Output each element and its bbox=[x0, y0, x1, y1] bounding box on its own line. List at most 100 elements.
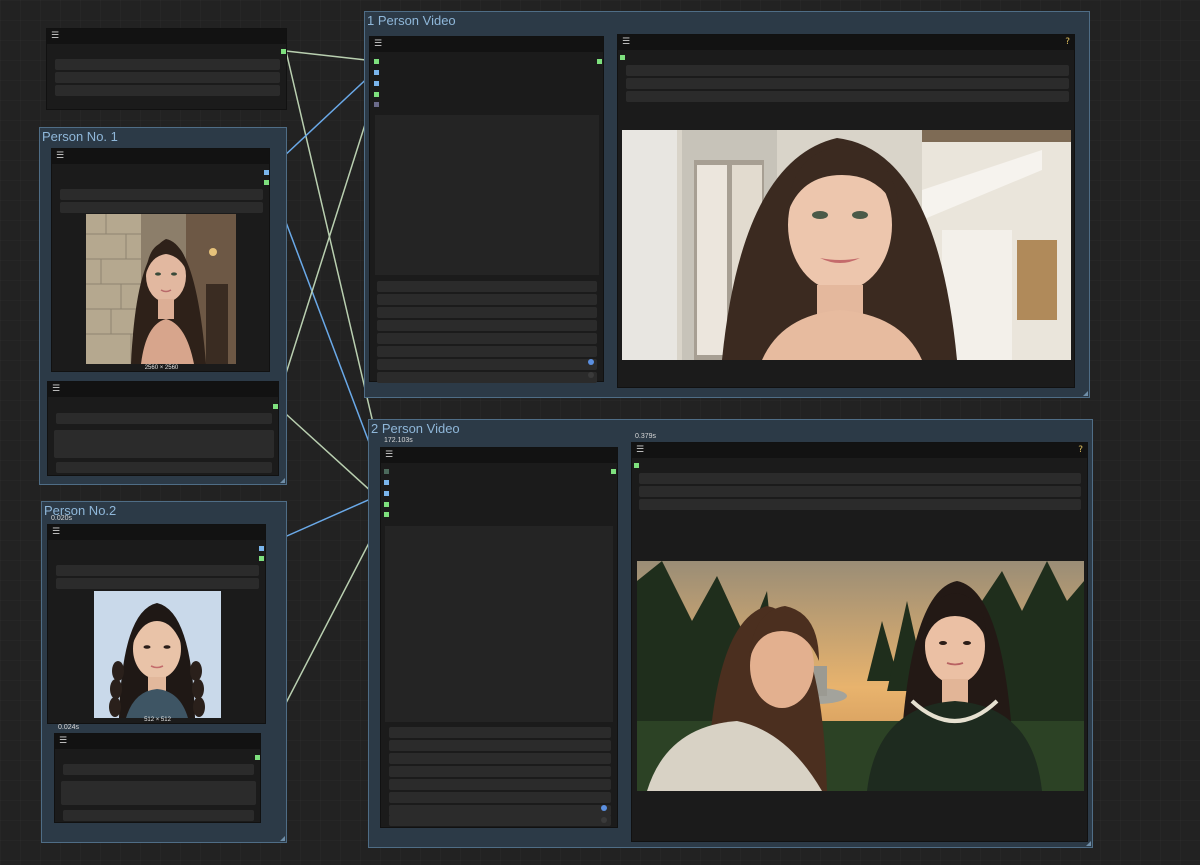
group-title[interactable]: 2 Person Video bbox=[371, 420, 460, 438]
node-widget[interactable] bbox=[54, 430, 274, 458]
node-widget[interactable] bbox=[377, 346, 597, 357]
output-port[interactable] bbox=[281, 49, 286, 54]
text-encoder-node-person-2[interactable]: ☰ bbox=[54, 733, 261, 823]
menu-icon[interactable]: ☰ bbox=[51, 31, 61, 42]
node-widget[interactable] bbox=[63, 764, 254, 775]
status-indicator bbox=[601, 817, 607, 823]
output-port[interactable] bbox=[255, 755, 260, 760]
execution-time: 0.024s bbox=[58, 724, 80, 731]
node-widget[interactable] bbox=[377, 333, 597, 344]
node-header[interactable]: ☰ ? bbox=[618, 35, 1074, 50]
text-encoder-node-person-1[interactable]: ☰ bbox=[47, 381, 279, 476]
menu-icon[interactable]: ☰ bbox=[385, 450, 395, 461]
menu-icon[interactable]: ☰ bbox=[636, 445, 646, 456]
output-port[interactable] bbox=[273, 404, 278, 409]
video-combine-node-2[interactable]: ☰ ? bbox=[631, 442, 1088, 842]
node-widget[interactable] bbox=[55, 72, 280, 83]
input-port[interactable] bbox=[384, 512, 389, 517]
input-port[interactable] bbox=[384, 469, 389, 474]
output-port[interactable] bbox=[611, 469, 616, 474]
help-icon[interactable]: ? bbox=[1078, 444, 1083, 457]
output-port[interactable] bbox=[264, 170, 269, 175]
menu-icon[interactable]: ☰ bbox=[52, 384, 62, 395]
output-port[interactable] bbox=[259, 546, 264, 551]
node-widget[interactable] bbox=[639, 499, 1081, 510]
input-port[interactable] bbox=[384, 491, 389, 496]
node-widget[interactable] bbox=[377, 320, 597, 331]
node-widget[interactable] bbox=[56, 578, 259, 589]
output-port[interactable] bbox=[264, 180, 269, 185]
help-icon[interactable]: ? bbox=[1065, 36, 1070, 49]
node-header[interactable]: ☰ bbox=[370, 37, 603, 52]
menu-icon[interactable]: ☰ bbox=[56, 151, 66, 162]
model-loader-node[interactable]: ☰ bbox=[46, 28, 287, 110]
node-header[interactable]: ☰ bbox=[47, 29, 286, 44]
node-widget[interactable] bbox=[55, 59, 280, 70]
group-title[interactable]: 1 Person Video bbox=[367, 12, 456, 30]
node-widget[interactable] bbox=[56, 462, 272, 473]
node-widget[interactable] bbox=[639, 473, 1081, 484]
node-widget[interactable] bbox=[389, 779, 611, 790]
menu-icon[interactable]: ☰ bbox=[374, 39, 384, 50]
resize-handle[interactable] bbox=[280, 836, 285, 841]
image-dimensions: 512 × 512 bbox=[144, 717, 171, 723]
menu-icon[interactable]: ☰ bbox=[52, 527, 62, 538]
resize-handle[interactable] bbox=[1083, 391, 1088, 396]
node-widget[interactable] bbox=[389, 753, 611, 764]
video-combine-node-1[interactable]: ☰ ? bbox=[617, 34, 1075, 388]
node-widget[interactable] bbox=[626, 78, 1069, 89]
video-preview-2-person bbox=[637, 561, 1084, 791]
input-port[interactable] bbox=[374, 59, 379, 64]
node-widget[interactable] bbox=[377, 281, 597, 292]
group-title[interactable]: Person No. 1 bbox=[42, 128, 118, 146]
input-port[interactable] bbox=[384, 480, 389, 485]
video-sampler-node-2[interactable]: ☰ bbox=[380, 447, 618, 828]
input-port[interactable] bbox=[374, 70, 379, 75]
node-widget[interactable] bbox=[56, 565, 259, 576]
node-header[interactable]: ☰ bbox=[55, 734, 260, 749]
input-port[interactable] bbox=[374, 81, 379, 86]
input-port[interactable] bbox=[620, 55, 625, 60]
node-header[interactable]: ☰ ? bbox=[632, 443, 1087, 458]
node-header[interactable]: ☰ bbox=[48, 525, 265, 540]
node-widget[interactable] bbox=[377, 359, 597, 370]
input-port[interactable] bbox=[634, 463, 639, 468]
status-indicator bbox=[588, 372, 594, 378]
status-indicator bbox=[588, 359, 594, 365]
node-header[interactable]: ☰ bbox=[52, 149, 269, 164]
execution-time: 172.103s bbox=[384, 437, 413, 444]
node-header[interactable]: ☰ bbox=[381, 448, 617, 463]
resize-handle[interactable] bbox=[280, 478, 285, 483]
menu-icon[interactable]: ☰ bbox=[622, 37, 632, 48]
load-image-node-person-1[interactable]: ☰ 2560 × 2560 bbox=[51, 148, 270, 372]
node-widget[interactable] bbox=[60, 202, 263, 213]
load-image-node-person-2[interactable]: ☰ 512 × 512 bbox=[47, 524, 266, 724]
node-widget[interactable] bbox=[639, 486, 1081, 497]
node-widget[interactable] bbox=[389, 815, 611, 826]
node-widget[interactable] bbox=[63, 810, 254, 821]
portrait-image-person-1 bbox=[86, 214, 236, 364]
node-widget[interactable] bbox=[377, 307, 597, 318]
node-widget[interactable] bbox=[56, 413, 272, 424]
video-sampler-node-1[interactable]: ☰ bbox=[369, 36, 604, 383]
node-widget[interactable] bbox=[61, 781, 256, 805]
node-widget[interactable] bbox=[389, 792, 611, 803]
node-widget[interactable] bbox=[377, 294, 597, 305]
input-port[interactable] bbox=[374, 92, 379, 97]
input-port[interactable] bbox=[374, 102, 379, 107]
node-widget[interactable] bbox=[389, 727, 611, 738]
node-widget[interactable] bbox=[60, 189, 263, 200]
node-widget[interactable] bbox=[626, 65, 1069, 76]
node-widget[interactable] bbox=[55, 85, 280, 96]
node-widget[interactable] bbox=[389, 740, 611, 751]
node-widget[interactable] bbox=[626, 91, 1069, 102]
node-widget[interactable] bbox=[389, 766, 611, 777]
output-port[interactable] bbox=[259, 556, 264, 561]
menu-icon[interactable]: ☰ bbox=[59, 736, 69, 747]
node-widget[interactable] bbox=[377, 372, 597, 383]
execution-time: 0.020s bbox=[51, 515, 73, 522]
preview-panel bbox=[375, 115, 599, 275]
input-port[interactable] bbox=[384, 502, 389, 507]
node-header[interactable]: ☰ bbox=[48, 382, 278, 397]
output-port[interactable] bbox=[597, 59, 602, 64]
